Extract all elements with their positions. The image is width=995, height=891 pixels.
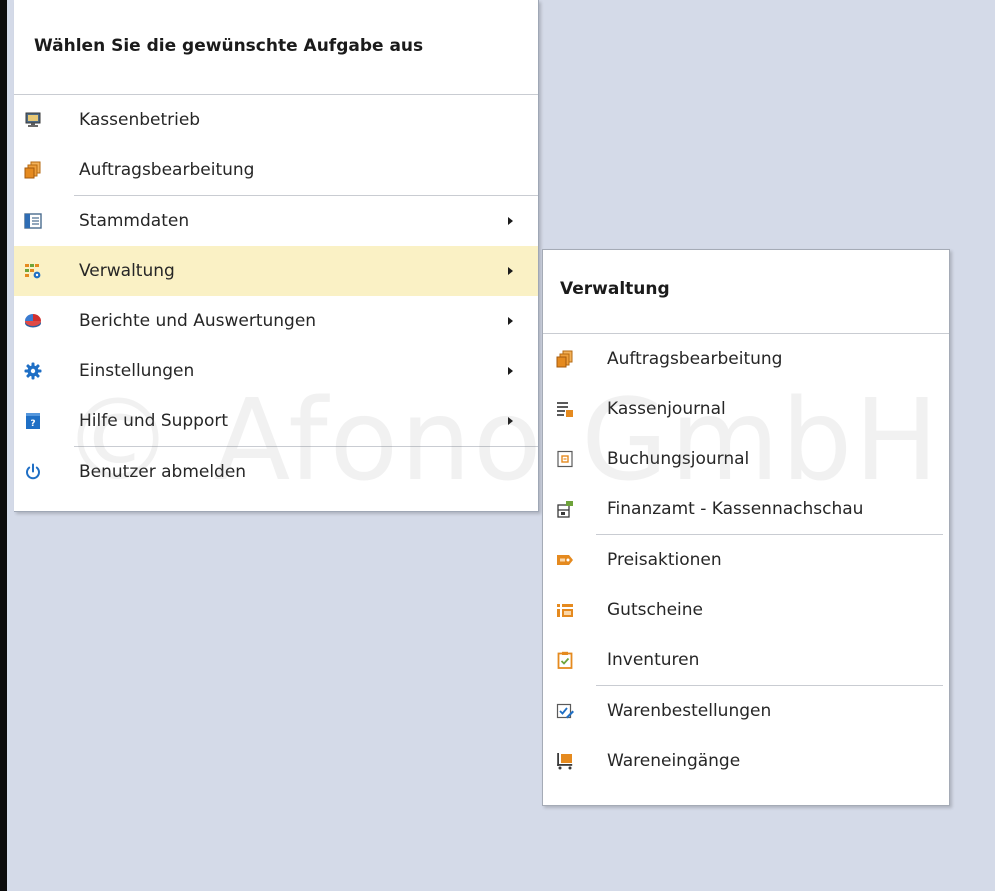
submenu-item-label: Finanzamt - Kassennachschau <box>607 499 864 519</box>
menu-item-einstellungen[interactable]: Einstellungen <box>14 346 538 396</box>
menu-item-label: Berichte und Auswertungen <box>79 311 317 331</box>
gear-icon <box>24 362 42 380</box>
chevron-right-icon <box>508 217 513 225</box>
order-edit-icon <box>556 702 574 720</box>
svg-text:?: ? <box>30 419 35 429</box>
submenu-item-kassenjournal[interactable]: Kassenjournal <box>543 384 949 434</box>
power-icon <box>24 463 42 481</box>
submenu-item-preisaktionen[interactable]: Preisaktionen <box>543 535 949 585</box>
documents-icon <box>556 350 574 368</box>
chevron-right-icon <box>508 417 513 425</box>
submenu-item-label: Kassenjournal <box>607 399 726 419</box>
submenu-item-label: Warenbestellungen <box>607 701 772 721</box>
window-edge <box>0 0 7 891</box>
submenu-item-wareneingaenge[interactable]: Wareneingänge <box>543 736 949 786</box>
menu-item-verwaltung[interactable]: Verwaltung <box>14 246 538 296</box>
submenu-item-label: Preisaktionen <box>607 550 722 570</box>
booking-journal-icon <box>556 450 574 468</box>
submenu-item-label: Buchungsjournal <box>607 449 750 469</box>
menu-item-berichte[interactable]: Berichte und Auswertungen <box>14 296 538 346</box>
submenu-item-label: Wareneingänge <box>607 751 741 771</box>
chevron-right-icon <box>508 367 513 375</box>
monitor-icon <box>24 111 42 129</box>
pie-chart-icon <box>24 312 42 330</box>
menu-item-abmelden[interactable]: Benutzer abmelden <box>14 447 538 497</box>
main-menu: Wählen Sie die gewünschte Aufgabe aus Ka… <box>14 0 539 512</box>
submenu-title: Verwaltung <box>560 278 670 299</box>
menu-item-stammdaten[interactable]: Stammdaten <box>14 196 538 246</box>
price-tag-icon <box>556 551 574 569</box>
submenu-item-finanzamt[interactable]: Finanzamt - Kassennachschau <box>543 484 949 534</box>
submenu-item-label: Gutscheine <box>607 600 704 620</box>
menu-item-auftragsbearbeitung[interactable]: Auftragsbearbeitung <box>14 145 538 195</box>
chevron-right-icon <box>508 267 513 275</box>
menu-item-label: Einstellungen <box>79 361 195 381</box>
menu-item-kassenbetrieb[interactable]: Kassenbetrieb <box>14 95 538 145</box>
submenu-item-gutscheine[interactable]: Gutscheine <box>543 585 949 635</box>
submenu-verwaltung: Verwaltung Auftragsbearbeitung Kassenjou… <box>542 249 950 806</box>
submenu-header: Verwaltung <box>543 250 949 334</box>
submenu-item-label: Inventuren <box>607 650 700 670</box>
journal-icon <box>556 400 574 418</box>
submenu-item-label: Auftragsbearbeitung <box>607 349 783 369</box>
menu-item-label: Verwaltung <box>79 261 175 281</box>
voucher-icon <box>556 601 574 619</box>
menu-item-label: Hilfe und Support <box>79 411 229 431</box>
documents-icon <box>24 161 42 179</box>
menu-item-hilfe[interactable]: ? Hilfe und Support <box>14 396 538 446</box>
tax-office-icon <box>556 500 574 518</box>
submenu-item-buchungsjournal[interactable]: Buchungsjournal <box>543 434 949 484</box>
menu-item-label: Kassenbetrieb <box>79 110 201 130</box>
chevron-right-icon <box>508 317 513 325</box>
menu-item-label: Benutzer abmelden <box>79 462 247 482</box>
management-icon <box>24 262 42 280</box>
submenu-item-auftragsbearbeitung[interactable]: Auftragsbearbeitung <box>543 334 949 384</box>
menu-item-label: Auftragsbearbeitung <box>79 160 255 180</box>
menu-item-label: Stammdaten <box>79 211 190 231</box>
main-menu-title: Wählen Sie die gewünschte Aufgabe aus <box>34 36 424 56</box>
main-menu-header: Wählen Sie die gewünschte Aufgabe aus <box>14 0 538 95</box>
submenu-item-warenbestellungen[interactable]: Warenbestellungen <box>543 686 949 736</box>
submenu-item-inventuren[interactable]: Inventuren <box>543 635 949 685</box>
table-icon <box>24 212 42 230</box>
help-icon: ? <box>24 412 42 430</box>
clipboard-icon <box>556 651 574 669</box>
goods-cart-icon <box>556 752 574 770</box>
